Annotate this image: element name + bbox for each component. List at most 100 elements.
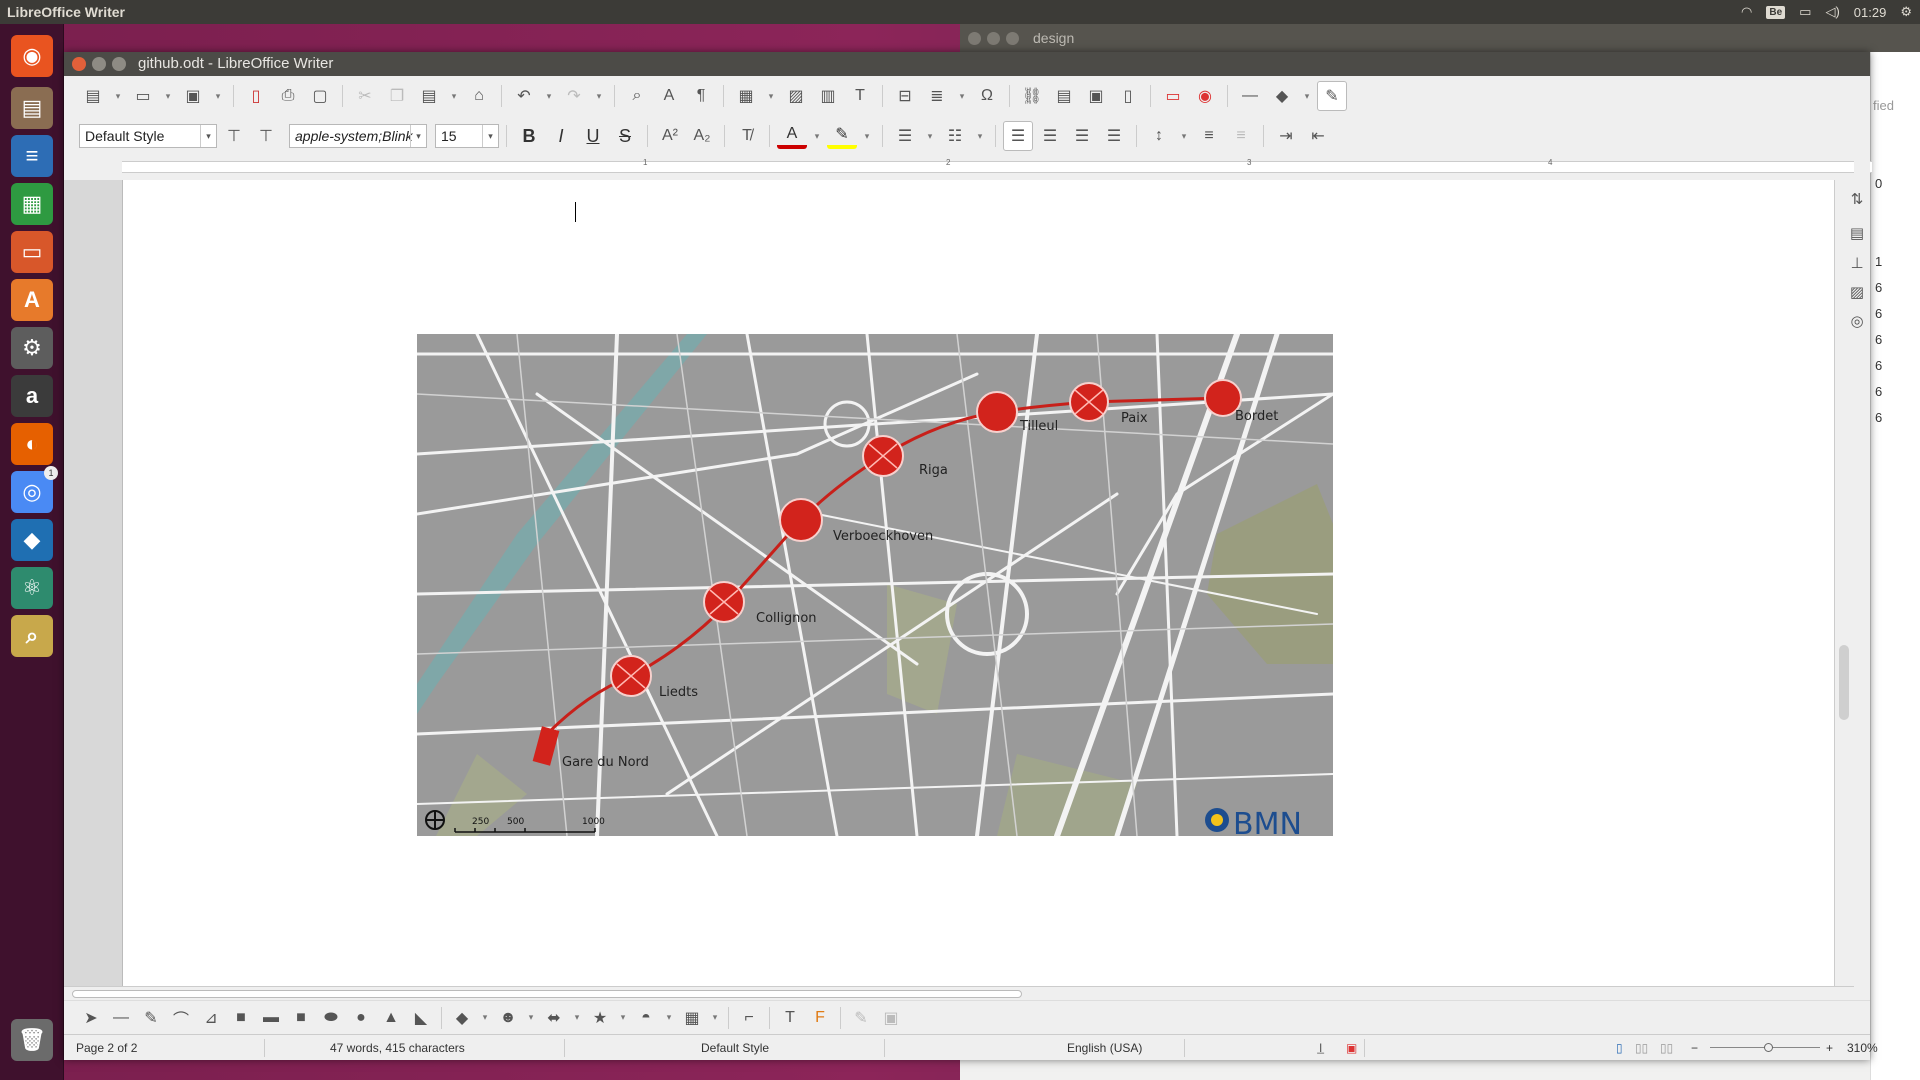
comment-icon[interactable]: ▭ — [1158, 81, 1188, 111]
cut-icon[interactable]: ✂ — [350, 81, 380, 111]
chevron-down-icon[interactable]: ▾ — [523, 1003, 539, 1033]
navigator-icon[interactable]: ◎ — [1842, 306, 1872, 336]
insert-image-icon[interactable]: ▨ — [781, 81, 811, 111]
new-style-icon[interactable]: ⊤ — [251, 121, 281, 151]
insert-chart-icon[interactable]: ▥ — [813, 81, 843, 111]
strikethrough-icon[interactable]: S — [610, 121, 640, 151]
block-arrows-icon[interactable]: ⬌ — [539, 1003, 569, 1033]
print-preview-icon[interactable]: ▢ — [305, 81, 335, 111]
battery-icon[interactable]: ▭ — [1799, 4, 1811, 20]
field-dropdown-icon[interactable]: ▾ — [954, 81, 970, 111]
update-style-icon[interactable]: ⊤ — [219, 121, 249, 151]
vertical-scroll-thumb[interactable] — [1839, 645, 1849, 720]
decrease-paragraph-spacing-icon[interactable]: ≡ — [1226, 121, 1256, 151]
chevron-down-icon[interactable]: ▾ — [569, 1003, 585, 1033]
symbol-shapes-icon[interactable]: ☻ — [493, 1003, 523, 1033]
horizontal-ruler[interactable]: 1 2 3 4 — [64, 156, 1872, 180]
show-draw-functions-icon[interactable]: ✎ — [1317, 81, 1347, 111]
impress-launcher-button[interactable]: ▭ — [6, 226, 58, 278]
software-center-launcher-button[interactable]: A — [6, 274, 58, 326]
export-pdf-icon[interactable]: ▯ — [241, 81, 271, 111]
curve-icon[interactable]: ⌒ — [166, 1003, 196, 1033]
shapes-dropdown-icon[interactable]: ▾ — [1299, 81, 1315, 111]
subscript-icon[interactable]: A₂ — [687, 121, 717, 151]
callouts-icon[interactable]: ◓ — [631, 1003, 661, 1033]
increase-paragraph-spacing-icon[interactable]: ≡ — [1194, 121, 1224, 151]
table-dropdown-icon[interactable]: ▾ — [763, 81, 779, 111]
special-character-icon[interactable]: Ω — [972, 81, 1002, 111]
horizontal-scroll-thumb[interactable] — [72, 990, 1022, 998]
circle-icon[interactable]: ● — [346, 1003, 376, 1033]
font-name-select[interactable]: apple-system;Blink ▾ — [289, 124, 427, 148]
rounded-rectangle-icon[interactable]: ▬ — [256, 1003, 286, 1033]
highlight-dropdown-icon[interactable]: ▾ — [859, 121, 875, 151]
amazon-launcher-button[interactable]: a — [6, 370, 58, 422]
align-right-icon[interactable]: ☰ — [1067, 121, 1097, 151]
fontwork-icon[interactable]: F — [805, 1003, 835, 1033]
polygon-icon[interactable]: ⊿ — [196, 1003, 226, 1033]
save-icon[interactable]: ▣ — [178, 81, 208, 111]
numbered-list-icon[interactable]: ☷ — [940, 121, 970, 151]
superscript-icon[interactable]: A² — [655, 121, 685, 151]
basic-shapes-icon[interactable]: ◆ — [1267, 81, 1297, 111]
page-icon[interactable]: ▤ — [1842, 218, 1872, 248]
vscode-launcher-button[interactable]: ◆ — [6, 514, 58, 566]
document-area[interactable]: Gare du Nord Liedts Collignon Verboeckho… — [64, 180, 1834, 986]
zoom-in-icon[interactable]: + — [1826, 1035, 1833, 1061]
bullet-dropdown-icon[interactable]: ▾ — [922, 121, 938, 151]
basic-shapes-icon[interactable]: ◆ — [447, 1003, 477, 1033]
line-tool-icon[interactable]: — — [106, 1003, 136, 1033]
page-style[interactable]: Default Style — [701, 1035, 769, 1061]
redo-dropdown-icon[interactable]: ▾ — [591, 81, 607, 111]
close-window-button[interactable] — [72, 57, 86, 71]
new-document-icon[interactable]: ▤ — [78, 81, 108, 111]
print-icon[interactable]: ⎙ — [273, 81, 303, 111]
save-dropdown-icon[interactable]: ▾ — [210, 81, 226, 111]
background-window-titlebar[interactable]: design — [960, 24, 1920, 52]
numbered-dropdown-icon[interactable]: ▾ — [972, 121, 988, 151]
undo-icon[interactable]: ↶ — [509, 81, 539, 111]
multi-page-view-icon[interactable]: ▯▯ — [1635, 1035, 1648, 1061]
copy-icon[interactable]: ❐ — [382, 81, 412, 111]
underline-icon[interactable]: U — [578, 121, 608, 151]
map-image[interactable]: Gare du Nord Liedts Collignon Verboeckho… — [417, 334, 1333, 836]
line-spacing-icon[interactable]: ↕ — [1144, 121, 1174, 151]
align-center-icon[interactable]: ☰ — [1035, 121, 1065, 151]
justify-icon[interactable]: ☰ — [1099, 121, 1129, 151]
horizontal-scrollbar[interactable] — [64, 986, 1854, 1000]
footnote-icon[interactable]: ▤ — [1049, 81, 1079, 111]
insert-textbox-icon[interactable]: T — [845, 81, 875, 111]
freeform-icon[interactable]: ✎ — [136, 1003, 166, 1033]
chevron-down-icon[interactable]: ▾ — [477, 1003, 493, 1033]
properties-icon[interactable]: ⇅ — [1842, 184, 1872, 214]
language[interactable]: English (USA) — [1067, 1035, 1142, 1061]
font-color-icon[interactable]: A — [777, 123, 807, 149]
clear-formatting-icon[interactable]: T̸ — [732, 121, 762, 151]
new-dropdown-icon[interactable]: ▾ — [110, 81, 126, 111]
page-count[interactable]: Page 2 of 2 — [76, 1035, 137, 1061]
paste-icon[interactable]: ▤ — [414, 81, 444, 111]
undo-dropdown-icon[interactable]: ▾ — [541, 81, 557, 111]
track-changes-icon[interactable]: ◉ — [1190, 81, 1220, 111]
chevron-down-icon[interactable]: ▾ — [615, 1003, 631, 1033]
writer-launcher-button[interactable]: ≡ — [6, 130, 58, 182]
bold-icon[interactable]: B — [514, 121, 544, 151]
formatting-marks-icon[interactable]: ¶ — [686, 81, 716, 111]
image-viewer-launcher-button[interactable]: ⌕ — [6, 610, 58, 662]
open-folder-icon[interactable]: ▭ — [128, 81, 158, 111]
insert-field-icon[interactable]: ≣ — [922, 81, 952, 111]
word-count[interactable]: 47 words, 415 characters — [330, 1035, 465, 1061]
increase-indent-icon[interactable]: ⇥ — [1271, 121, 1301, 151]
rectangle-icon[interactable]: ■ — [226, 1003, 256, 1033]
chevron-down-icon[interactable]: ▾ — [200, 125, 216, 147]
document-page[interactable]: Gare du Nord Liedts Collignon Verboeckho… — [122, 180, 1834, 986]
italic-icon[interactable]: I — [546, 121, 576, 151]
open-dropdown-icon[interactable]: ▾ — [160, 81, 176, 111]
ubuntu-dash-launcher-button[interactable]: ◉ — [6, 30, 58, 82]
volume-icon[interactable]: ◁) — [1825, 4, 1839, 20]
chevron-down-icon[interactable]: ▾ — [410, 125, 426, 147]
insert-table-icon[interactable]: ▦ — [731, 81, 761, 111]
chevron-down-icon[interactable]: ▾ — [707, 1003, 723, 1033]
clone-formatting-icon[interactable]: ⌂ — [464, 81, 494, 111]
trash-launcher-button[interactable]: 🗑 — [6, 1014, 58, 1066]
